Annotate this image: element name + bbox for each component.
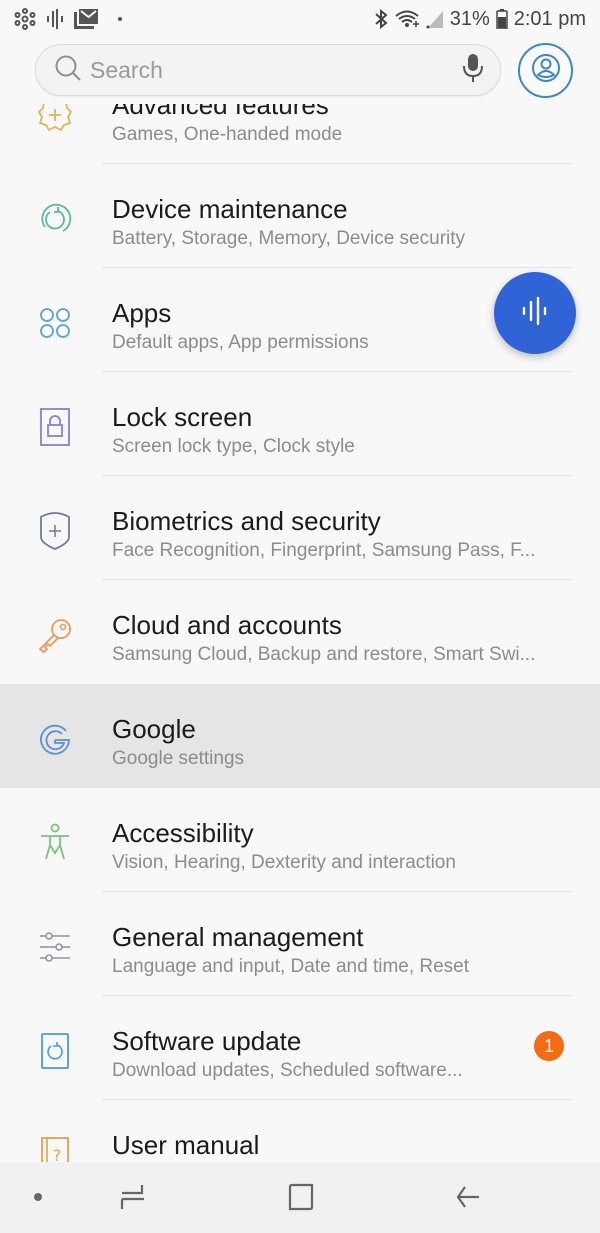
hub-icon [14, 8, 36, 30]
header [0, 38, 600, 104]
item-title: Device maintenance [112, 194, 348, 224]
settings-item-advanced-features[interactable]: Advanced features Games, One-handed mode [0, 104, 600, 164]
wifi-icon [394, 9, 420, 29]
update-icon [32, 1028, 78, 1074]
svg-text:?: ? [53, 1146, 62, 1162]
lock-icon [32, 404, 78, 450]
item-title: Google [112, 714, 196, 744]
bluetooth-icon [374, 9, 388, 29]
accessibility-icon [32, 820, 78, 866]
item-subtitle: Download updates, Scheduled software... [112, 1060, 463, 1081]
home-button[interactable] [281, 1182, 321, 1212]
item-subtitle: Language and input, Date and time, Reset [112, 956, 470, 977]
item-title: General management [112, 922, 364, 952]
profile-button[interactable] [518, 43, 573, 98]
recents-button[interactable] [113, 1182, 153, 1212]
settings-item-lock-screen[interactable]: Lock screen Screen lock type, Clock styl… [0, 372, 600, 476]
dot-icon [118, 17, 122, 21]
item-subtitle: Battery, Storage, Memory, Device securit… [112, 228, 466, 249]
nav-dot-indicator[interactable] [18, 1182, 58, 1212]
item-title: Accessibility [112, 818, 254, 848]
item-title: Software update [112, 1026, 302, 1056]
item-subtitle: Samsung Cloud, Backup and restore, Smart… [112, 644, 536, 665]
voice-assistant-icon [520, 296, 550, 331]
settings-item-device-maintenance[interactable]: Device maintenance Battery, Storage, Mem… [0, 164, 600, 268]
sliders-icon [32, 924, 78, 970]
item-title: Apps [112, 298, 172, 328]
item-subtitle: Default apps, App permissions [112, 332, 369, 353]
status-left [14, 8, 122, 30]
battery-icon [495, 9, 508, 29]
item-subtitle: Face Recognition, Fingerprint, Samsung P… [112, 540, 536, 561]
search-bar[interactable] [35, 44, 501, 96]
apps-grid-icon [32, 300, 78, 346]
mic-icon[interactable] [462, 53, 484, 88]
settings-list[interactable]: Advanced features Games, One-handed mode… [0, 104, 600, 1162]
item-title: Advanced features [112, 104, 329, 120]
item-subtitle: Screen lock type, Clock style [112, 436, 355, 457]
status-bar: 31% 2:01 pm [0, 0, 600, 38]
search-icon [54, 54, 82, 87]
shield-icon [32, 508, 78, 554]
item-subtitle: Games, One-handed mode [112, 124, 343, 145]
item-title: Cloud and accounts [112, 610, 342, 640]
settings-item-cloud-accounts[interactable]: Cloud and accounts Samsung Cloud, Backup… [0, 580, 600, 684]
voice-wave-icon [46, 8, 64, 30]
key-icon [32, 612, 78, 658]
status-right: 31% 2:01 pm [374, 8, 586, 31]
settings-item-general-management[interactable]: General management Language and input, D… [0, 892, 600, 996]
settings-list-inner: Advanced features Games, One-handed mode… [0, 104, 600, 1162]
search-input[interactable] [90, 56, 462, 84]
settings-item-software-update[interactable]: Software update Download updates, Schedu… [0, 996, 600, 1100]
settings-item-user-manual[interactable]: ? User manual [0, 1100, 600, 1162]
update-count-badge: 1 [534, 1031, 564, 1061]
voice-assistant-button[interactable] [494, 272, 576, 354]
navigation-bar [0, 1162, 600, 1233]
gear-plus-icon [32, 104, 78, 138]
item-title: Biometrics and security [112, 506, 381, 536]
item-subtitle: Vision, Hearing, Dexterity and interacti… [112, 852, 456, 873]
clock: 2:01 pm [513, 7, 586, 30]
item-title: Lock screen [112, 402, 253, 432]
profile-icon [531, 53, 561, 88]
item-subtitle: Google settings [112, 748, 245, 769]
google-icon [32, 716, 78, 762]
signal-icon [426, 9, 444, 29]
battery-percent: 31% [449, 7, 490, 30]
gmail-icon [74, 9, 98, 29]
manual-icon: ? [32, 1132, 78, 1162]
item-title: User manual [112, 1130, 260, 1160]
refresh-circle-icon [32, 196, 78, 242]
settings-item-google[interactable]: Google Google settings [0, 684, 600, 788]
settings-item-accessibility[interactable]: Accessibility Vision, Hearing, Dexterity… [0, 788, 600, 892]
back-button[interactable] [448, 1182, 488, 1212]
settings-item-biometrics-security[interactable]: Biometrics and security Face Recognition… [0, 476, 600, 580]
